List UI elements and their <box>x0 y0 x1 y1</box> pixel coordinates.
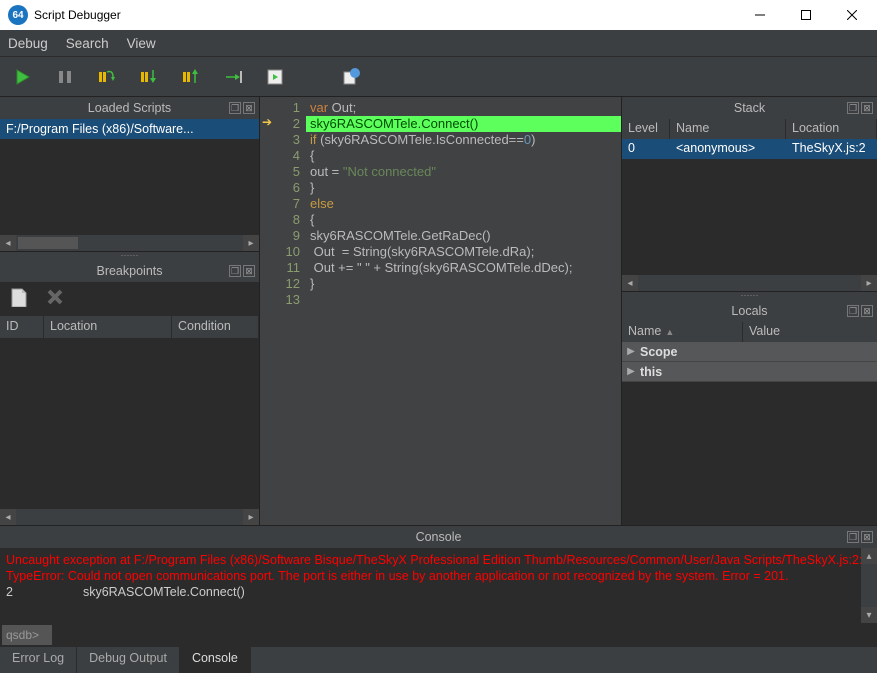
console-prompt[interactable]: qsdb> <box>2 625 52 645</box>
title-bar: 64 Script Debugger <box>0 0 877 30</box>
bp-header-id[interactable]: ID <box>0 316 44 338</box>
console-error-text: Uncaught exception at F:/Program Files (… <box>6 552 871 584</box>
menu-view[interactable]: View <box>127 36 156 51</box>
tab-error-log[interactable]: Error Log <box>0 647 77 673</box>
splitter[interactable]: ······ <box>0 252 259 260</box>
step-into-icon[interactable] <box>138 66 160 88</box>
console-output[interactable]: Uncaught exception at F:/Program Files (… <box>0 548 877 623</box>
breakpoints-headers: ID Location Condition <box>0 316 259 338</box>
expand-icon[interactable]: ▶ <box>622 346 640 357</box>
locals-panel: Locals ❐⊠ Name▲ Value ▶Scope ▶this <box>622 300 877 525</box>
locals-row-this[interactable]: ▶this <box>622 362 877 382</box>
window-title: Script Debugger <box>34 8 121 22</box>
panel-detach-icon[interactable]: ❐ <box>229 102 241 114</box>
locals-header-value[interactable]: Value <box>742 322 877 342</box>
stack-row[interactable]: 0 <anonymous> TheSkyX.js:2 <box>622 139 877 159</box>
tab-debug-output[interactable]: Debug Output <box>77 647 180 673</box>
step-out-icon[interactable] <box>180 66 202 88</box>
code-editor[interactable]: ➔ 12345678910111213 var Out;sky6RASCOMTe… <box>260 97 621 525</box>
tab-console[interactable]: Console <box>180 647 251 673</box>
console-title: Console ❐⊠ <box>0 526 877 548</box>
step-over-icon[interactable] <box>96 66 118 88</box>
stack-headers: Level Name Location <box>622 119 877 139</box>
splitter[interactable]: ······ <box>622 292 877 300</box>
panel-detach-icon[interactable]: ❐ <box>229 265 241 277</box>
panel-detach-icon[interactable]: ❐ <box>847 531 859 543</box>
maximize-button[interactable] <box>783 0 829 30</box>
module-icon[interactable] <box>340 66 362 88</box>
menu-search[interactable]: Search <box>66 36 109 51</box>
delete-breakpoint-icon[interactable] <box>46 288 64 311</box>
run-to-cursor-icon[interactable] <box>222 66 244 88</box>
console-tabs: Error Log Debug Output Console <box>0 647 877 673</box>
locals-title: Locals ❐⊠ <box>622 300 877 322</box>
stack-header-level[interactable]: Level <box>622 119 670 139</box>
panel-detach-icon[interactable]: ❐ <box>847 102 859 114</box>
panel-close-icon[interactable]: ⊠ <box>243 102 255 114</box>
panel-detach-icon[interactable]: ❐ <box>847 305 859 317</box>
minimize-button[interactable] <box>737 0 783 30</box>
panel-close-icon[interactable]: ⊠ <box>861 102 873 114</box>
scrollbar-horizontal[interactable]: ◂▸ <box>622 275 877 291</box>
scrollbar-horizontal[interactable]: ◂▸ <box>0 235 259 251</box>
bp-header-condition[interactable]: Condition <box>172 316 259 338</box>
console-line: 2sky6RASCOMTele.Connect() <box>6 584 871 600</box>
restart-icon[interactable] <box>264 66 286 88</box>
code-body[interactable]: var Out;sky6RASCOMTele.Connect()if (sky6… <box>306 97 621 525</box>
bp-header-location[interactable]: Location <box>44 316 172 338</box>
stack-header-location[interactable]: Location <box>786 119 877 139</box>
close-button[interactable] <box>829 0 875 30</box>
loaded-scripts-title: Loaded Scripts ❐⊠ <box>0 97 259 119</box>
panel-close-icon[interactable]: ⊠ <box>861 531 873 543</box>
stack-title: Stack ❐⊠ <box>622 97 877 119</box>
app-icon: 64 <box>8 5 28 25</box>
panel-close-icon[interactable]: ⊠ <box>861 305 873 317</box>
scrollbar-horizontal[interactable]: ◂▸ <box>0 509 259 525</box>
stack-panel: Stack ❐⊠ Level Name Location 0 <anonymou… <box>622 97 877 292</box>
expand-icon[interactable]: ▶ <box>622 366 640 377</box>
loaded-script-item[interactable]: F:/Program Files (x86)/Software... <box>0 119 259 139</box>
menu-bar: Debug Search View <box>0 30 877 57</box>
locals-row-scope[interactable]: ▶Scope <box>622 342 877 362</box>
new-breakpoint-icon[interactable] <box>10 287 28 312</box>
toolbar <box>0 57 877 97</box>
loaded-scripts-panel: Loaded Scripts ❐⊠ F:/Program Files (x86)… <box>0 97 259 252</box>
stack-header-name[interactable]: Name <box>670 119 786 139</box>
current-line-arrow-icon: ➔ <box>262 115 272 129</box>
menu-debug[interactable]: Debug <box>8 36 48 51</box>
breakpoints-panel: Breakpoints ❐⊠ ID Location Condition ◂▸ <box>0 260 259 525</box>
scrollbar-vertical[interactable]: ▴▾ <box>861 548 877 623</box>
locals-headers: Name▲ Value <box>622 322 877 342</box>
play-icon[interactable] <box>12 66 34 88</box>
pause-icon[interactable] <box>54 66 76 88</box>
breakpoints-title: Breakpoints ❐⊠ <box>0 260 259 282</box>
locals-header-name[interactable]: Name▲ <box>622 322 742 342</box>
panel-close-icon[interactable]: ⊠ <box>243 265 255 277</box>
line-number-gutter: 12345678910111213 <box>278 97 306 525</box>
breakpoints-list <box>0 338 259 509</box>
console-panel: Console ❐⊠ Uncaught exception at F:/Prog… <box>0 525 877 673</box>
